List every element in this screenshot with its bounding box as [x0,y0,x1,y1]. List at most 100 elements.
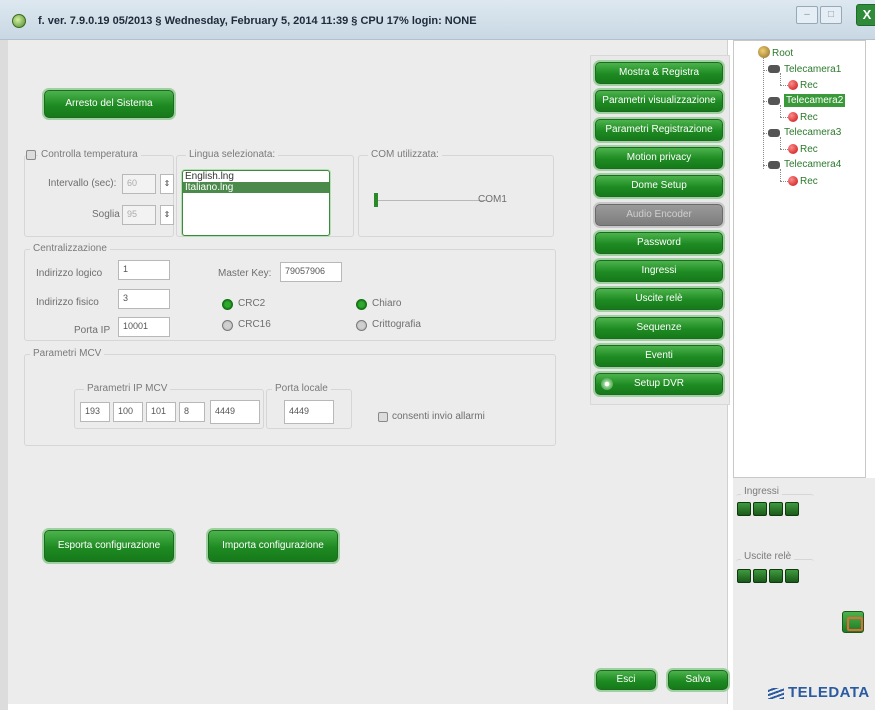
window-titlebar: f. ver. 7.9.0.19 05/2013 § Wednesday, Fe… [0,0,875,40]
mcv-label: Parametri MCV [30,348,105,359]
tree-camera-4[interactable]: Telecamera4 [784,158,841,171]
tree-rec-1[interactable]: Rec [800,79,818,92]
exit-button[interactable]: Esci [596,670,656,690]
menu-ingressi-button[interactable]: Ingressi [595,260,723,283]
com-slider-handle[interactable] [374,193,378,207]
local-port-label: Porta locale [272,383,331,394]
tree-camera-3[interactable]: Telecamera3 [784,126,841,139]
interval-label: Intervallo (sec): [48,178,117,189]
output-led [785,569,799,583]
camera-icon [768,65,780,73]
crypto-radio[interactable] [356,320,367,331]
logo-mark-icon [768,687,784,699]
input-led [753,502,767,516]
menu-motion-privacy-button[interactable]: Motion privacy [595,146,723,169]
logical-address-label: Indirizzo logico [36,268,103,279]
minimize-button[interactable]: – [796,6,818,24]
output-led [737,569,751,583]
com-group [358,155,554,237]
tree-rec-3[interactable]: Rec [800,143,818,156]
camera-icon [768,161,780,169]
camera-icon [768,97,780,105]
menu-parametri-registrazione-button[interactable]: Parametri Registrazione [595,118,723,141]
outputs-label: Uscite relè [741,551,795,562]
rec-icon [788,80,798,90]
import-config-button[interactable]: Importa configurazione [208,530,338,562]
menu-sequenze-button[interactable]: Sequenze [595,316,723,339]
interval-field[interactable]: 60 [122,174,156,194]
ip-octet-1[interactable]: 193 [80,402,110,422]
tree-rec-2[interactable]: Rec [800,111,818,124]
threshold-label: Soglia [92,209,120,220]
rec-icon [788,176,798,186]
crc16-label: CRC16 [238,319,271,330]
com-value: COM1 [478,194,507,205]
local-port-field[interactable]: 4449 [284,400,334,424]
com-slider-track [376,200,486,201]
ip-port-field[interactable]: 10001 [118,317,170,337]
menu-parametri-visualizzazione-button[interactable]: Parametri visualizzazione [595,90,723,113]
logical-address-field[interactable]: 1 [118,260,170,280]
threshold-field[interactable]: 95 [122,205,156,225]
tree-root[interactable]: Root [772,47,793,60]
input-led [769,502,783,516]
mcv-ip-port-field[interactable]: 4449 [210,400,260,424]
menu-mostra-registra-button[interactable]: Mostra & Registra [595,62,723,84]
crc2-radio[interactable] [222,299,233,310]
rec-icon [788,112,798,122]
ip-octet-4[interactable]: 8 [179,402,205,422]
setup-dvr-label: Setup DVR [633,378,685,390]
tree-rec-4[interactable]: Rec [800,175,818,188]
allow-alarms-label: consenti invio allarmi [392,411,485,422]
temperature-checkbox-label: Controlla temperatura [38,149,141,160]
menu-eventi-button[interactable]: Eventi [595,345,723,367]
tree-camera-1[interactable]: Telecamera1 [784,63,841,76]
menu-setup-dvr-button[interactable]: Setup DVR [595,373,723,396]
camera-tree: Root Telecamera1 Rec Telecamera2 Rec Tel… [733,40,866,478]
ip-octet-3[interactable]: 101 [146,402,176,422]
menu-password-button[interactable]: Password [595,231,723,254]
input-led [737,502,751,516]
close-button[interactable]: X [856,4,875,26]
logo-text: TELEDATA [788,684,870,701]
rec-icon [788,144,798,154]
mcv-ip-label: Parametri IP MCV [84,383,171,394]
clear-label: Chiaro [372,298,402,309]
setup-dvr-icon [601,378,613,391]
menu-audio-encoder-button: Audio Encoder [595,203,723,226]
teledata-logo: TELEDATA [768,684,870,701]
menu-uscite-rele-button[interactable]: Uscite relè [595,288,723,311]
inputs-label: Ingressi [741,486,783,497]
language-option-selected[interactable]: Italiano.lng [183,182,329,193]
root-icon [758,46,770,58]
export-config-button[interactable]: Esporta configurazione [44,530,174,562]
output-led [769,569,783,583]
window-title: f. ver. 7.9.0.19 05/2013 § Wednesday, Fe… [38,15,477,27]
stop-system-button[interactable]: Arresto del Sistema [44,90,174,118]
ip-octet-2[interactable]: 100 [113,402,143,422]
crc16-radio[interactable] [222,320,233,331]
language-label: Lingua selezionata: [186,149,279,160]
ip-port-label: Porta IP [74,325,111,336]
language-listbox[interactable]: English.lng Italiano.lng [182,170,330,236]
crypto-label: Crittografia [372,319,421,330]
centralization-label: Centralizzazione [30,243,110,254]
master-key-label: Master Key: [218,268,272,279]
allow-alarms-checkbox[interactable] [378,412,388,422]
left-edge [0,40,8,710]
language-option[interactable]: English.lng [183,171,329,182]
input-led [785,502,799,516]
threshold-spin-button[interactable]: ⇕ [160,205,174,225]
save-button[interactable]: Salva [668,670,728,690]
camera-icon [768,129,780,137]
physical-address-field[interactable]: 3 [118,289,170,309]
clear-radio[interactable] [356,299,367,310]
interval-spin-button[interactable]: ⇕ [160,174,174,194]
temperature-checkbox[interactable] [26,150,36,160]
master-key-field[interactable]: 79057906 [280,262,342,282]
network-icon[interactable] [842,611,864,633]
maximize-button[interactable]: □ [820,6,842,24]
menu-dome-setup-button[interactable]: Dome Setup [595,175,723,198]
tree-line [763,55,764,169]
tree-camera-2[interactable]: Telecamera2 [784,94,846,107]
